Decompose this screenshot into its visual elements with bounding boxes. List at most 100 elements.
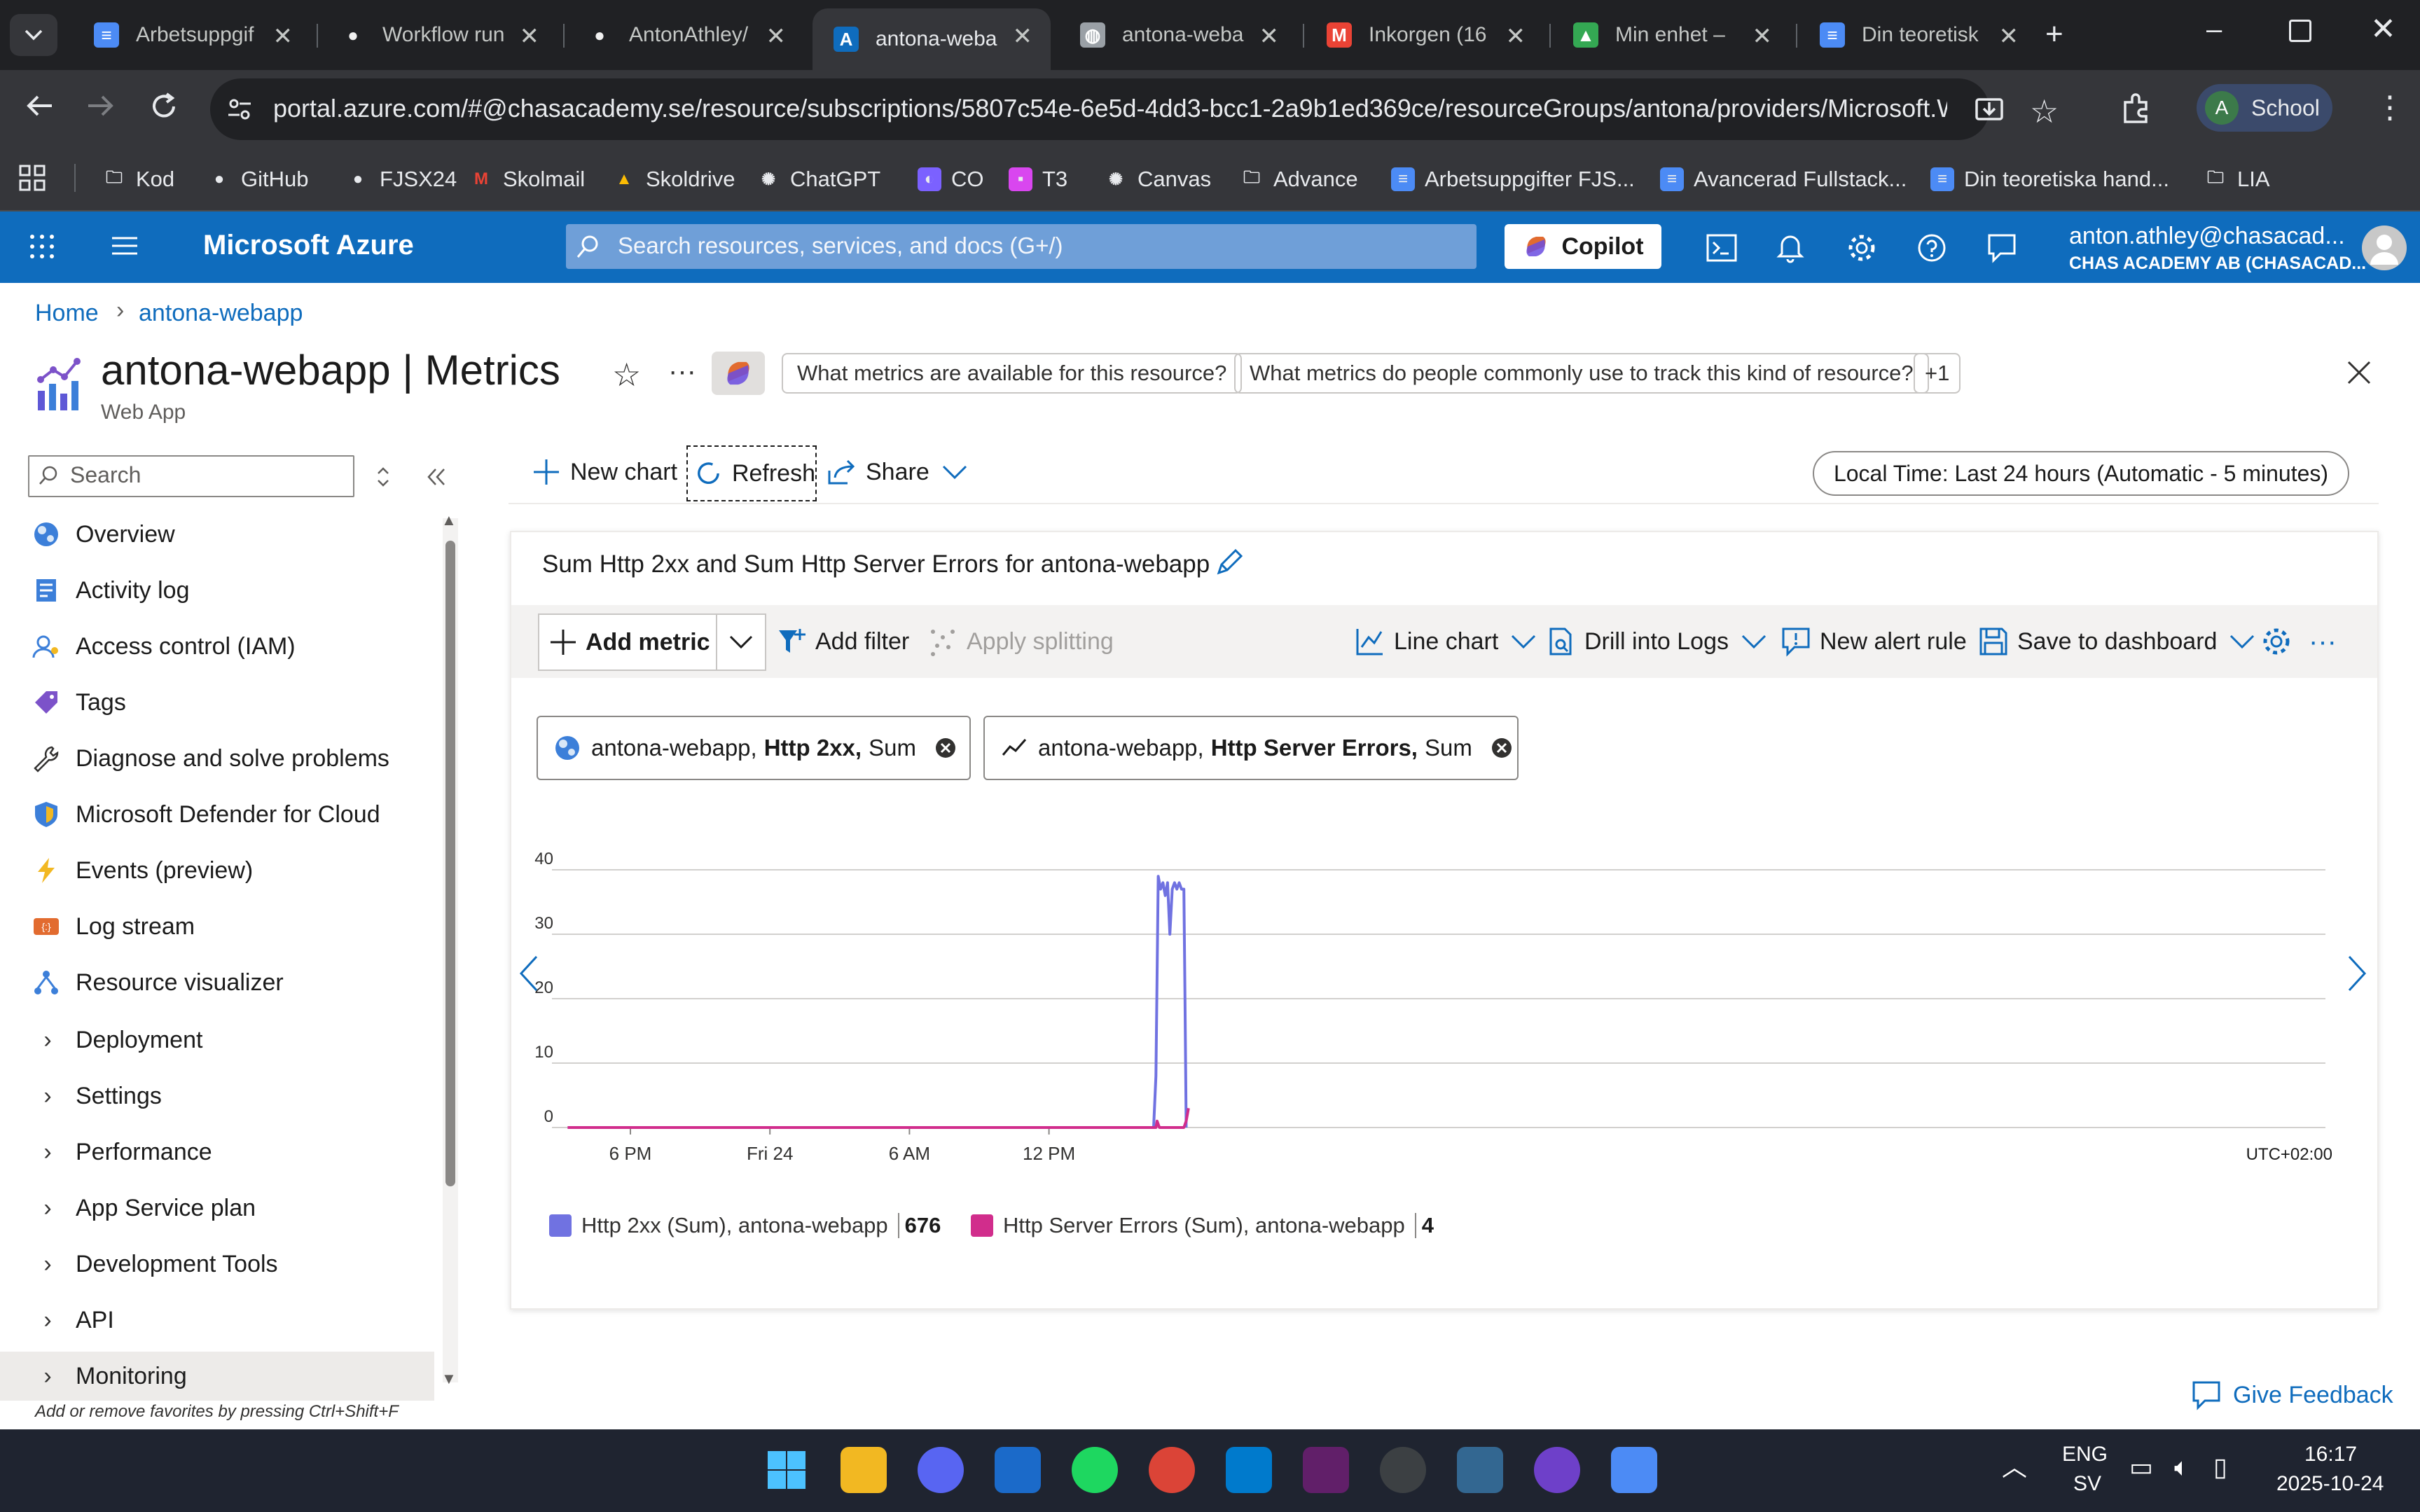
bookmark-item[interactable]: ✺ ChatGPT <box>756 160 880 199</box>
account-email[interactable]: anton.athley@chasacad... <box>2069 223 2345 250</box>
copilot-suggestion-button[interactable] <box>712 352 765 395</box>
sidebar-item[interactable]: Overview <box>0 510 434 559</box>
chart-settings-gear-icon[interactable] <box>2261 626 2292 657</box>
chart-pan-left-icon[interactable] <box>518 954 539 993</box>
cloud-shell-icon[interactable] <box>1706 234 1737 262</box>
metric-pill-server-errors[interactable]: antona-webapp, Http Server Errors, Sum <box>983 716 1519 780</box>
install-app-icon[interactable] <box>1974 94 2005 125</box>
account-org[interactable]: CHAS ACADEMY AB (CHASACAD... <box>2069 254 2366 274</box>
sidebar-item[interactable]: Activity log <box>0 566 434 615</box>
browser-tab[interactable]: ≡ Din teoretisk ✕ <box>1799 8 2037 62</box>
notepad-icon[interactable] <box>1611 1447 1657 1493</box>
battery-icon[interactable]: ▯ <box>2213 1452 2227 1482</box>
browser-tab[interactable]: ● Workflow run ✕ <box>319 8 558 62</box>
sidebar-item[interactable]: Diagnose and solve problems <box>0 734 434 783</box>
minimize-button[interactable]: – <box>2206 14 2222 46</box>
suggestion-chip[interactable]: What metrics do people commonly use to t… <box>1234 353 1929 394</box>
remove-metric-icon[interactable] <box>934 737 957 759</box>
bookmark-item[interactable]: 🗀︎ Advance <box>1240 160 1358 199</box>
bookmark-item[interactable]: ≡ Arbetsuppgifter FJS... <box>1391 160 1635 199</box>
drill-into-logs-button[interactable]: Drill into Logs <box>1545 626 1768 657</box>
chart-more-icon[interactable]: ··· <box>2309 626 2337 658</box>
metric-pill-http2xx[interactable]: antona-webapp, Http 2xx, Sum <box>537 716 971 780</box>
help-icon[interactable] <box>1916 233 1947 263</box>
apps-grid-icon[interactable] <box>18 164 46 192</box>
close-tab-icon[interactable]: ✕ <box>766 22 787 50</box>
add-metric-dropdown[interactable] <box>716 613 766 671</box>
browser-tab[interactable]: ● AntonAthley/ ✕ <box>566 8 804 62</box>
language-indicator[interactable]: ENG <box>2062 1443 2108 1466</box>
new-alert-rule-button[interactable]: New alert rule <box>1781 626 1967 657</box>
vscode-icon[interactable] <box>1226 1447 1272 1493</box>
postgres-icon[interactable] <box>1457 1447 1503 1493</box>
bookmark-item[interactable]: ✺ Canvas <box>1104 160 1211 199</box>
restore-button[interactable] <box>2289 20 2311 42</box>
account-avatar[interactable] <box>2362 226 2407 270</box>
slack-icon[interactable] <box>1303 1447 1349 1493</box>
save-to-dashboard-button[interactable]: Save to dashboard <box>1978 626 2256 657</box>
close-tab-icon[interactable]: ✕ <box>1013 22 1033 50</box>
tray-overflow-icon[interactable]: ︿ <box>2002 1447 2027 1483</box>
discord-icon[interactable] <box>918 1447 964 1493</box>
sidebar-group[interactable]: › Performance <box>0 1128 434 1177</box>
new-tab-button[interactable]: + <box>2045 17 2063 52</box>
notifications-bell-icon[interactable] <box>1776 231 1804 263</box>
chart-pan-right-icon[interactable] <box>2346 954 2367 993</box>
time-range-picker[interactable]: Local Time: Last 24 hours (Automatic - 5… <box>1813 451 2349 496</box>
chrome-profile-icon[interactable] <box>1380 1447 1426 1493</box>
github-desktop-icon[interactable] <box>1534 1447 1580 1493</box>
series-line-server-errors[interactable] <box>567 1108 1190 1129</box>
sidebar-item[interactable]: Events (preview) <box>0 846 434 895</box>
close-tab-icon[interactable]: ✕ <box>1259 22 1280 50</box>
forward-button[interactable] <box>84 90 116 122</box>
sidebar-group[interactable]: › Development Tools <box>0 1240 434 1289</box>
close-tab-icon[interactable]: ✕ <box>273 22 293 50</box>
site-info-icon[interactable] <box>226 95 254 123</box>
sidebar-group[interactable]: › Settings <box>0 1071 434 1121</box>
add-filter-button[interactable]: Add filter <box>776 626 909 657</box>
breadcrumb-home[interactable]: Home <box>35 300 99 327</box>
sidebar-item[interactable]: Microsoft Defender for Cloud <box>0 790 434 839</box>
sidebar-group[interactable]: › App Service plan <box>0 1184 434 1233</box>
suggestion-more-chip[interactable]: +1 <box>1914 353 1961 394</box>
favorite-star-icon[interactable]: ☆ <box>612 356 641 394</box>
profile-button[interactable]: A School <box>2197 84 2332 132</box>
file-explorer-icon[interactable] <box>841 1447 887 1493</box>
remove-metric-icon[interactable] <box>1491 737 1513 759</box>
browser-tab[interactable]: ◍ antona-weba ✕ <box>1059 8 1297 62</box>
close-blade-icon[interactable] <box>2346 360 2372 385</box>
chrome-icon[interactable] <box>1149 1447 1195 1493</box>
sidebar-item[interactable]: Resource visualizer <box>0 958 434 1007</box>
bookmark-item[interactable]: ◐ CO <box>918 160 984 199</box>
browser-tab[interactable]: M Inkorgen (16 ✕ <box>1306 8 1544 62</box>
browser-tab[interactable]: Aantona-weba ✕ <box>813 8 1051 70</box>
collapse-sidebar-icon[interactable] <box>426 466 447 487</box>
apply-splitting-button[interactable]: Apply splitting <box>927 626 1114 657</box>
bookmark-item[interactable]: M Skolmail <box>469 160 585 199</box>
chart-type-button[interactable]: Line chart <box>1355 626 1537 657</box>
close-tab-icon[interactable]: ✕ <box>1999 22 2019 50</box>
settings-gear-icon[interactable] <box>1846 233 1877 263</box>
bookmark-item[interactable]: ● GitHub <box>207 160 309 199</box>
legend-item-server-errors[interactable]: Http Server Errors (Sum), antona-webapp … <box>971 1213 1434 1238</box>
series-line-http2xx[interactable] <box>567 875 1188 1129</box>
bookmark-item[interactable]: ≡ Avancerad Fullstack... <box>1660 160 1907 199</box>
sidebar-item[interactable]: {:} Log stream <box>0 902 434 951</box>
new-chart-button[interactable]: New chart <box>532 458 677 486</box>
bookmark-item[interactable]: 🗀︎ LIA <box>2204 160 2270 199</box>
bookmark-star-icon[interactable]: ☆ <box>2030 92 2059 130</box>
sidebar-item[interactable]: Access control (IAM) <box>0 622 434 671</box>
metrics-line-chart[interactable]: 0102030406 PM Fri 24 6 AM 12 PM UTC+02:00 <box>511 833 2377 1184</box>
sourcetree-icon[interactable] <box>995 1447 1041 1493</box>
reload-button[interactable] <box>148 91 179 122</box>
spotify-icon[interactable] <box>1072 1447 1118 1493</box>
extensions-icon[interactable] <box>2120 92 2152 125</box>
scroll-down-icon[interactable]: ▼ <box>441 1370 457 1388</box>
sidebar-group[interactable]: › Deployment <box>0 1015 434 1064</box>
clock-date[interactable]: 2025-10-24 <box>2276 1472 2384 1496</box>
tab-search-button[interactable] <box>10 14 57 56</box>
give-feedback-link[interactable]: Give Feedback <box>2191 1380 2393 1410</box>
sort-icon[interactable] <box>375 465 391 489</box>
share-button[interactable]: Share <box>827 458 969 486</box>
back-button[interactable] <box>24 90 56 122</box>
